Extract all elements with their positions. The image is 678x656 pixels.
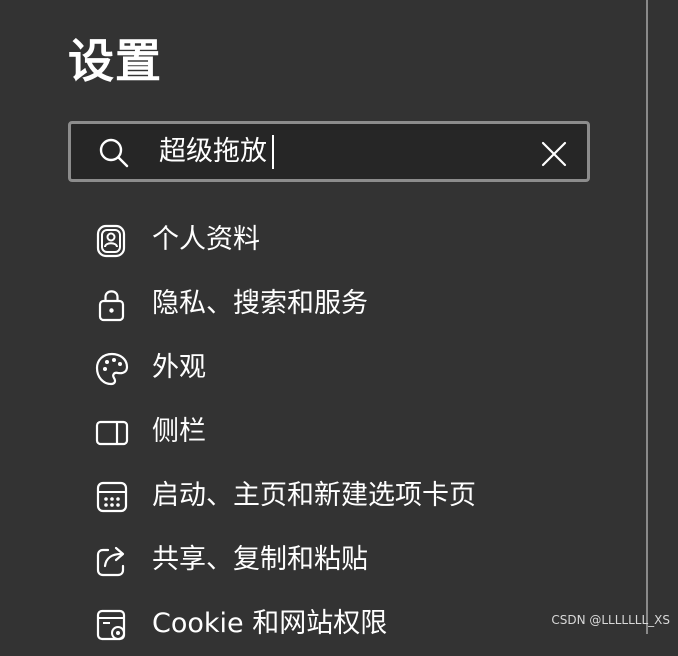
- nav-item-cookies-site-permissions[interactable]: Cookie 和网站权限: [0, 592, 646, 656]
- search-input[interactable]: [159, 129, 529, 175]
- settings-nav: 个人资料 隐私、搜索和服务 外观 侧栏 启动、主页和新建选项卡页 共享、复制和粘…: [0, 208, 646, 656]
- nav-item-label: Cookie 和网站权限: [152, 608, 388, 639]
- search-box[interactable]: [68, 121, 590, 182]
- nav-item-appearance[interactable]: 外观: [0, 336, 646, 400]
- nav-item-profile[interactable]: 个人资料: [0, 208, 646, 272]
- share-icon: [95, 544, 129, 578]
- nav-item-label: 个人资料: [152, 224, 260, 255]
- sidebar-icon: [95, 416, 129, 450]
- nav-item-label: 隐私、搜索和服务: [152, 288, 368, 319]
- site-permissions-icon: [95, 608, 129, 642]
- nav-item-share-copy-paste[interactable]: 共享、复制和粘贴: [0, 528, 646, 592]
- nav-item-privacy[interactable]: 隐私、搜索和服务: [0, 272, 646, 336]
- text-caret: [272, 135, 274, 169]
- close-icon[interactable]: [539, 139, 569, 169]
- search-icon: [99, 138, 129, 168]
- nav-item-start-home[interactable]: 启动、主页和新建选项卡页: [0, 464, 646, 528]
- nav-item-label: 外观: [152, 352, 206, 383]
- start-page-icon: [95, 480, 129, 514]
- nav-item-sidebar[interactable]: 侧栏: [0, 400, 646, 464]
- settings-panel: 设置 个人资料: [0, 0, 646, 641]
- page-title: 设置: [68, 34, 162, 88]
- nav-item-label: 共享、复制和粘贴: [152, 544, 368, 575]
- nav-item-label: 启动、主页和新建选项卡页: [152, 480, 476, 511]
- profile-icon: [95, 224, 129, 258]
- palette-icon: [95, 352, 129, 386]
- nav-item-label: 侧栏: [152, 416, 206, 447]
- panel-divider: [646, 0, 648, 634]
- lock-icon: [95, 288, 129, 322]
- watermark: CSDN @LLLLLLL_XS: [551, 613, 670, 627]
